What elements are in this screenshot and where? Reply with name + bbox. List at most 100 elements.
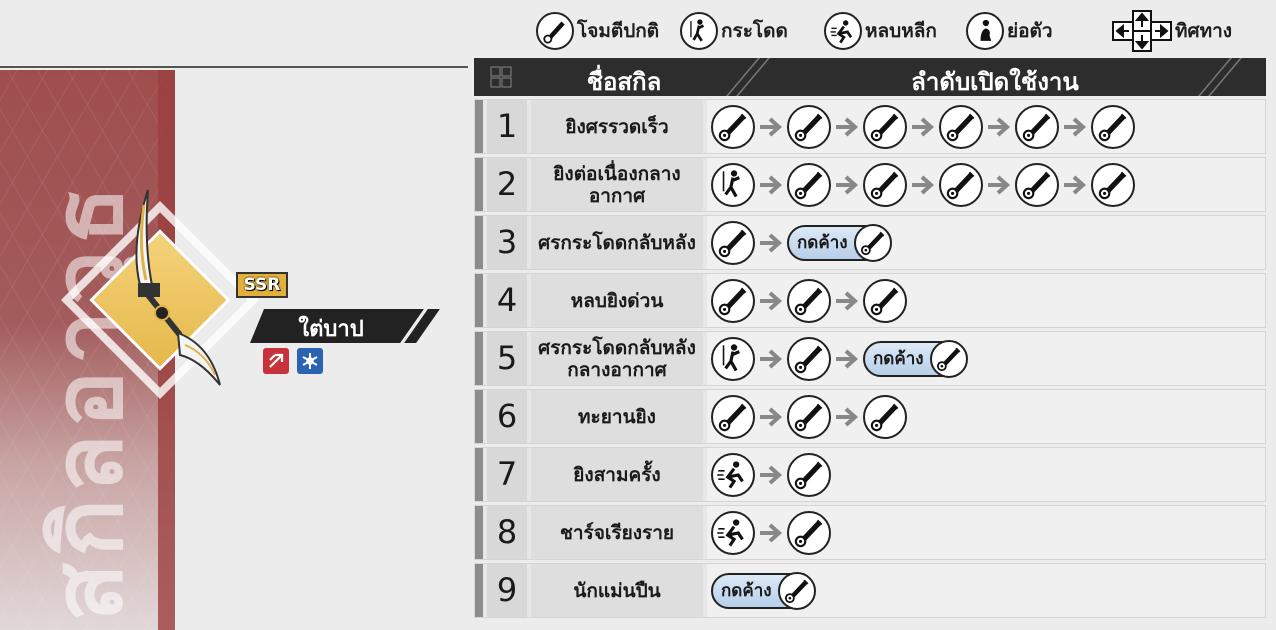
legend-dodge: หลบหลีก <box>824 8 937 54</box>
basic-attack-icon <box>853 223 892 262</box>
basic-attack-icon <box>787 510 831 555</box>
header-skill-name: ชื่อสกิล <box>586 68 662 96</box>
legend-direction: ทิศทาง <box>1112 8 1232 54</box>
legend-label: หลบหลีก <box>865 20 937 42</box>
row-accent <box>475 448 483 501</box>
row-accent <box>475 274 483 327</box>
activation-sequence: กดค้าง <box>707 332 1265 385</box>
skill-number: 3 <box>487 216 527 269</box>
arrow-right-icon <box>757 520 785 546</box>
element-icons <box>263 348 323 374</box>
jump-icon <box>711 162 755 207</box>
activation-sequence <box>707 506 1265 559</box>
skill-name: ยิงต่อเนื่องกลางอากาศ <box>531 158 703 211</box>
skill-name: หลบยิงด่วน <box>531 274 703 327</box>
table-header: ชื่อสกิล ลำดับเปิดใช้งาน <box>474 58 1266 96</box>
activation-sequence <box>707 390 1265 443</box>
legend-jump: กระโดด <box>680 8 788 54</box>
basic-attack-icon <box>863 278 907 323</box>
basic-attack-icon <box>1091 104 1135 149</box>
basic-attack-icon <box>863 394 907 439</box>
arrow-right-icon <box>757 230 785 256</box>
arrow-right-icon <box>1061 114 1089 140</box>
ice-element-icon <box>297 348 323 374</box>
row-accent <box>475 100 483 153</box>
row-accent <box>475 506 483 559</box>
activation-sequence <box>707 100 1265 153</box>
basic-attack-icon <box>863 162 907 207</box>
basic-attack-icon <box>787 278 831 323</box>
hold-attack: กดค้าง <box>863 339 968 378</box>
arrow-right-icon <box>833 404 861 430</box>
basic-attack-icon <box>787 336 831 381</box>
direction-keys-icon <box>1112 10 1172 52</box>
jump-icon <box>711 336 755 381</box>
table-row: 3 ศรกระโดดกลับหลัง กดค้าง <box>474 215 1266 270</box>
arrow-right-icon <box>757 114 785 140</box>
legend-label: ย่อตัว <box>1007 20 1053 42</box>
arrow-right-icon <box>833 346 861 372</box>
table-row: 1 ยิงศรรวดเร็ว <box>474 99 1266 154</box>
skill-rows: 1 ยิงศรรวดเร็ว 2 ยิงต่อเนื่องกลางอากาศ 3 ศรกร… <box>474 99 1266 618</box>
basic-attack-icon <box>711 104 755 149</box>
arrow-right-icon <box>833 172 861 198</box>
legend-basic-attack: โจมตีปกติ <box>536 8 659 54</box>
basic-attack-icon <box>1091 162 1135 207</box>
arrow-right-icon <box>757 288 785 314</box>
weapon-name: ใต่บาป <box>298 317 364 342</box>
basic-attack-icon <box>1015 104 1059 149</box>
dodge-icon <box>824 12 862 50</box>
table-row: 4 หลบยิงด่วน <box>474 273 1266 328</box>
skill-name: ยิงสามครั้ง <box>531 448 703 501</box>
row-accent <box>475 158 483 211</box>
arrow-right-icon <box>757 462 785 488</box>
skill-table: ชื่อสกิล ลำดับเปิดใช้งาน 1 ยิงศรรวดเร็ว 2 ย… <box>474 58 1266 618</box>
row-accent <box>475 564 483 617</box>
basic-attack-icon <box>939 162 983 207</box>
legend-label: ทิศทาง <box>1175 20 1233 42</box>
table-row: 8 ชาร์จเรียงราย <box>474 505 1266 560</box>
row-accent <box>475 390 483 443</box>
basic-attack-icon <box>1015 162 1059 207</box>
row-accent <box>475 332 483 385</box>
hold-attack: กดค้าง <box>711 571 816 610</box>
table-row: 2 ยิงต่อเนื่องกลางอากาศ <box>474 157 1266 212</box>
legend-crouch: ย่อตัว <box>966 8 1053 54</box>
arrow-right-icon <box>985 114 1013 140</box>
arrow-right-icon <box>757 172 785 198</box>
weapon-bow-icon <box>135 189 221 386</box>
dodge-icon <box>711 510 755 555</box>
basic-attack-icon <box>787 162 831 207</box>
table-row: 5 ศรกระโดดกลับหลังกลางอากาศ กดค้าง <box>474 331 1266 386</box>
skill-number: 7 <box>487 448 527 501</box>
dodge-icon <box>711 452 755 497</box>
basic-attack-icon <box>711 278 755 323</box>
skill-number: 8 <box>487 506 527 559</box>
arrow-right-icon <box>757 404 785 430</box>
crouch-icon <box>966 12 1004 50</box>
arrow-right-icon <box>909 172 937 198</box>
skill-number: 2 <box>487 158 527 211</box>
arrow-right-icon <box>833 288 861 314</box>
activation-sequence: กดค้าง <box>707 216 1265 269</box>
rarity-badge: SSR <box>236 272 288 298</box>
jump-icon <box>680 12 718 50</box>
hold-attack: กดค้าง <box>787 223 892 262</box>
skill-number: 5 <box>487 332 527 385</box>
legend-label: กระโดด <box>721 20 788 42</box>
table-row: 6 ทะยานยิง <box>474 389 1266 444</box>
basic-attack-icon <box>939 104 983 149</box>
skill-name: ชาร์จเรียงราย <box>531 506 703 559</box>
basic-attack-icon <box>787 104 831 149</box>
grid-icon <box>490 66 512 88</box>
skill-name: ยิงศรรวดเร็ว <box>531 100 703 153</box>
arrow-right-icon <box>985 172 1013 198</box>
basic-attack-icon <box>787 452 831 497</box>
legend-label: โจมตีปกติ <box>577 20 660 42</box>
basic-attack-icon <box>536 12 574 50</box>
basic-attack-icon <box>787 394 831 439</box>
arrow-right-icon <box>909 114 937 140</box>
weapon-name-plate: ใต่บาป <box>250 309 412 343</box>
skill-name: ศรกระโดดกลับหลัง <box>531 216 703 269</box>
fire-element-icon <box>263 348 289 374</box>
